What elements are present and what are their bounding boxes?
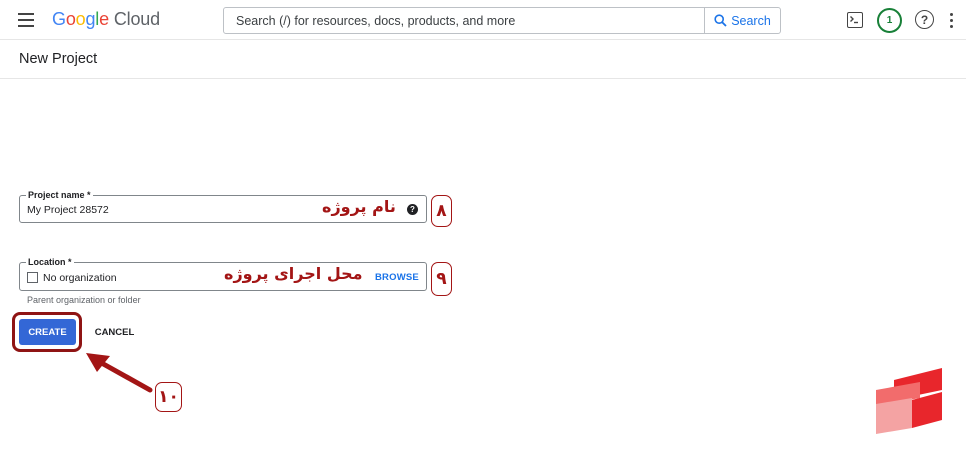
search-icon <box>714 14 727 27</box>
project-name-value: My Project 28572 <box>27 204 109 216</box>
project-name-help-icon[interactable]: ? <box>407 204 418 215</box>
cancel-button[interactable]: CANCEL <box>86 319 143 345</box>
create-button[interactable]: CREATE <box>19 319 76 345</box>
terminal-icon[interactable] <box>847 12 863 28</box>
top-bar: GoogleCloud Search 1 ? <box>0 0 966 40</box>
menu-icon[interactable] <box>18 12 36 28</box>
project-name-label: Project name * <box>26 189 93 201</box>
browse-button[interactable]: BROWSE <box>375 272 419 283</box>
arrow-icon <box>86 353 153 393</box>
location-field[interactable]: Location * No organization BROWSE <box>19 256 427 291</box>
google-cloud-logo[interactable]: Google Cloud <box>52 9 160 30</box>
page-title: New Project <box>19 51 98 67</box>
location-label: Location * <box>26 256 74 268</box>
search-input[interactable] <box>224 8 704 33</box>
page-header: New Project <box>0 40 966 79</box>
help-icon[interactable]: ? <box>915 10 934 29</box>
location-annotation: محل اجرای پروژه <box>224 264 363 283</box>
search-button-label: Search <box>731 13 771 28</box>
organization-icon <box>27 272 38 283</box>
search-bar: Search <box>223 7 781 34</box>
notification-badge[interactable]: 1 <box>877 8 902 33</box>
location-helper-text: Parent organization or folder <box>27 295 141 305</box>
search-button[interactable]: Search <box>704 8 780 33</box>
location-value: No organization <box>43 272 117 284</box>
step-badge-9: ۹ <box>431 262 452 296</box>
step-badge-8: ۸ <box>431 195 452 227</box>
step-badge-10: ۱۰ <box>155 382 182 412</box>
project-name-annotation: نام پروژه <box>322 197 396 216</box>
more-vert-icon[interactable] <box>950 12 954 28</box>
brand-logo <box>876 368 942 434</box>
terminal-prompt-icon <box>850 16 858 24</box>
